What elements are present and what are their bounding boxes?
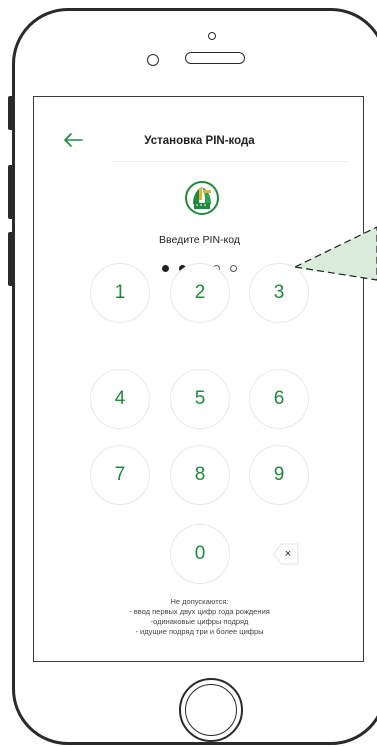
volume-up-button — [8, 165, 15, 219]
key-0[interactable]: 0 — [170, 524, 230, 584]
bank-logo-icon — [184, 180, 220, 216]
pin-dot-filled — [162, 264, 169, 272]
key-9[interactable]: 9 — [249, 445, 309, 505]
home-button-ring — [185, 684, 237, 736]
volume-down-button — [8, 232, 15, 286]
key-8[interactable]: 8 — [170, 445, 230, 505]
pin-rules: Не допускаются: - ввод первых двух цифр … — [34, 597, 365, 637]
rules-item: -одинаковые цифры подряд — [150, 617, 249, 626]
key-5[interactable]: 5 — [170, 369, 230, 429]
rules-item: - идущие подряд три и более цифры — [135, 627, 264, 636]
key-2[interactable]: 2 — [170, 263, 230, 323]
delete-button[interactable]: × — [266, 536, 302, 572]
pin-dot-empty — [230, 264, 237, 272]
mute-switch — [8, 96, 15, 130]
rules-title: Не допускаются: — [170, 597, 229, 606]
page-title: Установка PIN-кода — [144, 135, 255, 147]
rules-item: - ввод первых двух цифр года рождения — [129, 607, 270, 616]
proximity-sensor — [147, 54, 159, 66]
callout-pointer — [295, 226, 377, 281]
key-7[interactable]: 7 — [90, 445, 150, 505]
delete-symbol: × — [284, 548, 292, 560]
app-screen: Установка PIN-кода Введите PIN-код 1 2 3… — [33, 96, 364, 662]
front-camera — [208, 32, 216, 40]
key-1[interactable]: 1 — [90, 263, 150, 323]
home-button[interactable] — [179, 678, 243, 742]
key-6[interactable]: 6 — [249, 369, 309, 429]
earpiece-speaker — [185, 52, 245, 64]
header-divider — [112, 161, 348, 162]
key-4[interactable]: 4 — [90, 369, 150, 429]
